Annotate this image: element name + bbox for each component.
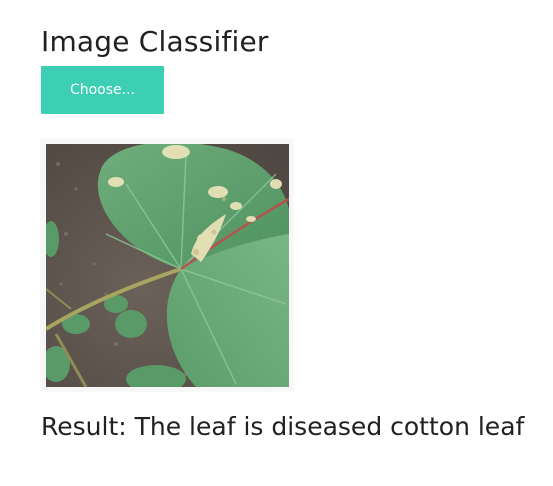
choose-file-button[interactable]: Choose...: [41, 66, 164, 114]
classification-result: Result: The leaf is diseased cotton leaf: [41, 412, 525, 441]
uploaded-image-preview: [41, 139, 293, 391]
cotton-leaf-photo: [46, 144, 289, 387]
page-title: Image Classifier: [41, 25, 269, 58]
